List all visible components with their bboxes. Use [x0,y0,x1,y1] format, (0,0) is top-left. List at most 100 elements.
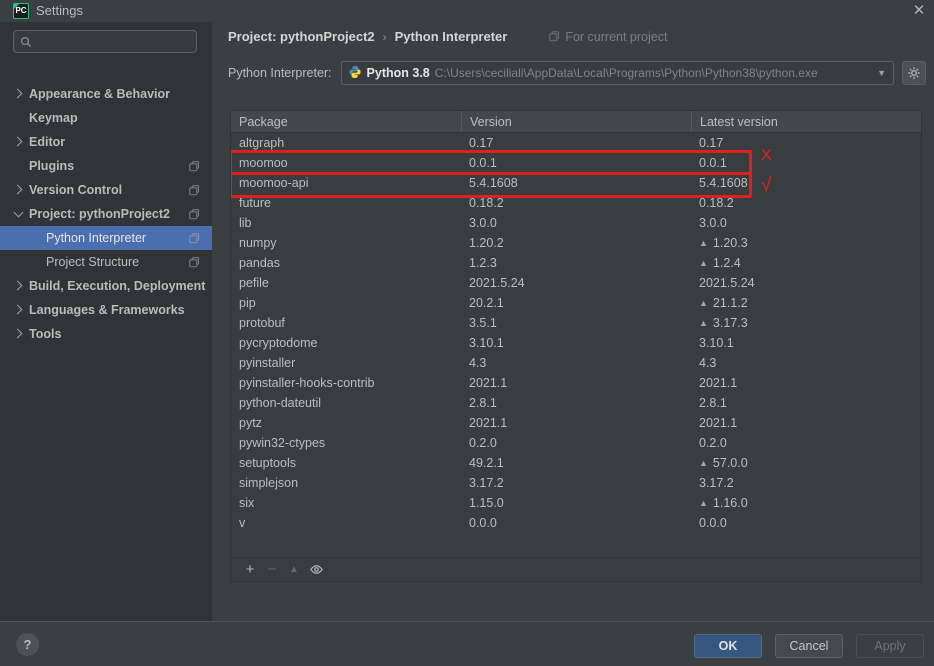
package-name-cell: pandas [231,256,461,270]
table-row[interactable]: pyinstaller 4.3 4.3 [231,353,921,373]
version-cell: 2021.1 [461,376,691,390]
search-input[interactable] [37,35,190,49]
interpreter-select[interactable]: Python 3.8 C:\Users\ceciliali\AppData\Lo… [341,61,894,85]
sidebar-item-build-execution-deployment[interactable]: Build, Execution, Deployment [0,274,212,298]
install-package-button[interactable]: + [239,560,261,580]
package-name-cell: pycryptodome [231,336,461,350]
sidebar-item-tools[interactable]: Tools [0,322,212,346]
search-box[interactable] [13,30,197,53]
table-row[interactable]: six 1.15.0 ▲1.16.0 [231,493,921,513]
table-row[interactable]: lib 3.0.0 3.0.0 [231,213,921,233]
package-name-cell: protobuf [231,316,461,330]
table-row[interactable]: v 0.0.0 0.0.0 [231,513,921,533]
chevron-icon [12,111,26,125]
table-row[interactable]: pycryptodome 3.10.1 3.10.1 [231,333,921,353]
project-scope-icon [189,208,200,223]
chevron-icon [12,279,26,293]
package-table: Package Version Latest version altgraph … [230,110,922,582]
table-row[interactable]: moomoo-api 5.4.1608 5.4.1608 √ [231,173,921,193]
latest-version-cell: 4.3 [691,356,921,370]
gear-button[interactable] [902,61,926,85]
sidebar-tree: Appearance & Behavior Keymap Editor Plug… [0,82,212,346]
table-row[interactable]: pandas 1.2.3 ▲1.2.4 [231,253,921,273]
python-icon [348,65,362,82]
latest-version-cell: 0.2.0 [691,436,921,450]
upgrade-package-button[interactable]: ▲ [283,560,305,580]
latest-version-cell: 2021.1 [691,416,921,430]
table-row[interactable]: numpy 1.20.2 ▲1.20.3 [231,233,921,253]
ok-button[interactable]: OK [694,634,762,658]
sidebar-item-keymap[interactable]: Keymap [0,106,212,130]
table-row[interactable]: protobuf 3.5.1 ▲3.17.3 [231,313,921,333]
version-cell: 20.2.1 [461,296,691,310]
version-cell: 0.2.0 [461,436,691,450]
version-cell: 0.17 [461,136,691,150]
latest-version-cell: 0.17 [691,136,921,150]
for-current-project-label: For current project [565,30,667,44]
version-cell: 1.15.0 [461,496,691,510]
table-row[interactable]: setuptools 49.2.1 ▲57.0.0 [231,453,921,473]
sidebar-item-label: Build, Execution, Deployment [29,279,205,293]
table-row[interactable]: pip 20.2.1 ▲21.1.2 [231,293,921,313]
sidebar-item-appearance-behavior[interactable]: Appearance & Behavior [0,82,212,106]
title-bar: PC Settings ✕ [0,0,934,22]
column-header-version[interactable]: Version [461,111,691,132]
package-name-cell: pywin32-ctypes [231,436,461,450]
table-row[interactable]: future 0.18.2 0.18.2 [231,193,921,213]
table-row[interactable]: pytz 2021.1 2021.1 [231,413,921,433]
interpreter-label: Python Interpreter: [228,66,332,80]
version-cell: 1.20.2 [461,236,691,250]
version-cell: 0.0.1 [461,156,691,170]
sidebar-item-label: Editor [29,135,65,149]
package-name-cell: moomoo [231,156,461,170]
latest-version-cell: 0.0.1 [691,156,921,170]
version-cell: 3.5.1 [461,316,691,330]
sidebar-item-project-structure[interactable]: Project Structure [0,250,212,274]
project-scope-icon [189,232,200,247]
package-name-cell: pefile [231,276,461,290]
breadcrumb-project[interactable]: Project: pythonProject2 [228,29,375,44]
table-row[interactable]: pywin32-ctypes 0.2.0 0.2.0 [231,433,921,453]
chevron-icon [12,135,26,149]
table-row[interactable]: pefile 2021.5.24 2021.5.24 [231,273,921,293]
interpreter-path: C:\Users\ceciliali\AppData\Local\Program… [435,66,818,80]
sidebar-item-languages-frameworks[interactable]: Languages & Frameworks [0,298,212,322]
column-header-package[interactable]: Package [231,111,461,132]
chevron-down-icon[interactable]: ▼ [877,68,886,78]
upgrade-arrow-icon: ▲ [699,318,708,328]
latest-version-cell: ▲1.16.0 [691,496,921,510]
sidebar-item-project-pythonproject2[interactable]: Project: pythonProject2 [0,202,212,226]
package-name-cell: lib [231,216,461,230]
interpreter-row: Python Interpreter: Python 3.8 C:\Users\… [228,61,926,85]
sidebar-item-version-control[interactable]: Version Control [0,178,212,202]
settings-sidebar: Appearance & Behavior Keymap Editor Plug… [0,22,212,621]
close-icon[interactable]: ✕ [908,1,930,21]
latest-version-cell: ▲57.0.0 [691,456,921,470]
window-title: Settings [36,3,83,18]
table-row[interactable]: python-dateutil 2.8.1 2.8.1 [231,393,921,413]
column-header-latest-version[interactable]: Latest version [691,111,921,132]
show-early-releases-button[interactable] [305,560,327,580]
version-cell: 49.2.1 [461,456,691,470]
search-icon [20,36,32,48]
uninstall-package-button[interactable]: − [261,560,283,580]
sidebar-item-plugins[interactable]: Plugins [0,154,212,178]
table-toolbar: + − ▲ [231,557,921,581]
cancel-button[interactable]: Cancel [775,634,843,658]
latest-version-cell: 0.18.2 [691,196,921,210]
table-row[interactable]: altgraph 0.17 0.17 [231,133,921,153]
sidebar-item-editor[interactable]: Editor [0,130,212,154]
table-row[interactable]: moomoo 0.0.1 0.0.1 X [231,153,921,173]
chevron-icon [12,327,26,341]
version-cell: 3.17.2 [461,476,691,490]
sidebar-item-python-interpreter[interactable]: Python Interpreter [0,226,212,250]
table-row[interactable]: simplejson 3.17.2 3.17.2 [231,473,921,493]
settings-dialog: PC Settings ✕ Appearance & Behavior Keym… [0,0,934,666]
apply-button[interactable]: Apply [856,634,924,658]
sidebar-item-label: Project Structure [46,255,139,269]
chevron-icon [12,159,26,173]
version-cell: 2.8.1 [461,396,691,410]
package-name-cell: altgraph [231,136,461,150]
table-row[interactable]: pyinstaller-hooks-contrib 2021.1 2021.1 [231,373,921,393]
help-button[interactable]: ? [16,633,39,656]
